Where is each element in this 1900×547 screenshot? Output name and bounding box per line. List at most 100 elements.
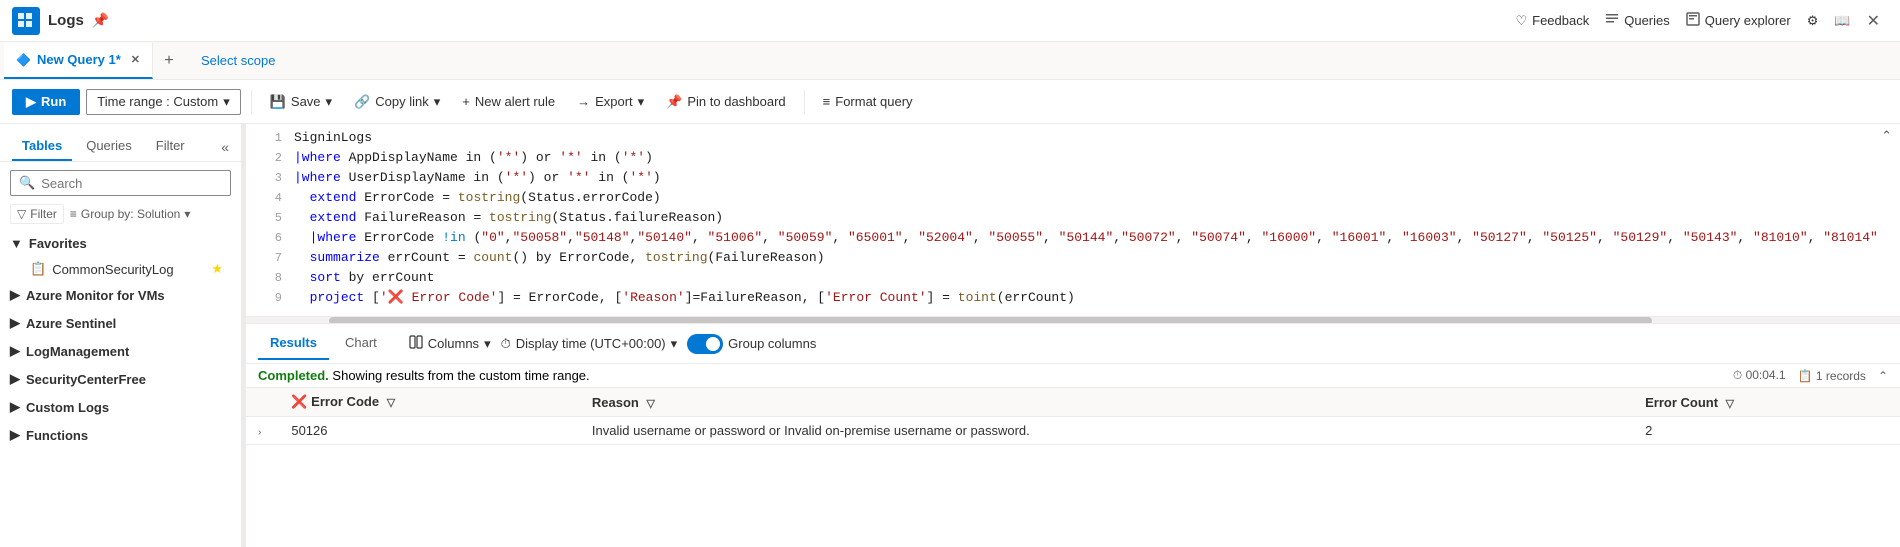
group-by-button[interactable]: ≡ Group by: Solution ▾	[70, 207, 190, 221]
sidebar-sections: ▼ Favorites 📋 CommonSecurityLog ★ ▶ Azur…	[0, 230, 241, 547]
line-number-7: 7	[258, 250, 282, 265]
log-management-header[interactable]: ▶ LogManagement	[10, 337, 231, 365]
sidebar-item-commonsecuritylog[interactable]: 📋 CommonSecurityLog ★	[10, 257, 231, 281]
format-query-button[interactable]: ≡ Format query	[815, 90, 921, 113]
new-tab-button[interactable]: +	[153, 45, 185, 77]
editor-scrollbar[interactable]	[246, 316, 1900, 324]
line-number-9: 9	[258, 290, 282, 305]
sidebar-tab-tables[interactable]: Tables	[12, 132, 72, 161]
section-azure-monitor-vms: ▶ Azure Monitor for VMs	[0, 281, 241, 309]
top-actions: ♡ Feedback Queries Query explore	[1515, 11, 1888, 31]
feedback-button[interactable]: ♡ Feedback	[1515, 13, 1589, 29]
error-count-filter-icon[interactable]: ▽	[1726, 398, 1734, 410]
display-time-chevron-icon: ▾	[671, 336, 678, 352]
section-log-management: ▶ LogManagement	[0, 337, 241, 365]
toggle-switch[interactable]	[687, 334, 723, 354]
copy-chevron-icon: ▾	[434, 94, 441, 110]
reason-filter-icon[interactable]: ▽	[647, 398, 655, 410]
docs-button[interactable]: 📖	[1834, 13, 1850, 29]
title-bar: Logs 📌 ♡ Feedback Queries	[0, 0, 1900, 42]
line-number-1: 1	[258, 130, 282, 145]
row-error-count: 2	[1633, 417, 1900, 445]
new-alert-button[interactable]: + New alert rule	[454, 90, 563, 113]
columns-icon	[409, 335, 423, 352]
azure-monitor-chevron-icon: ▶	[10, 287, 20, 303]
save-chevron-icon: ▾	[326, 94, 333, 110]
pin-dashboard-icon: 📌	[666, 94, 682, 110]
code-editor[interactable]: 1 SigninLogs 2 |where AppDisplayName in …	[246, 124, 1900, 324]
code-line-3: 3 |where UserDisplayName in ('*') or '*'…	[246, 170, 1900, 190]
favorites-header[interactable]: ▼ Favorites	[10, 230, 231, 257]
results-tab-chart[interactable]: Chart	[333, 327, 389, 360]
tab-new-query-1[interactable]: 🔷 New Query 1* ✕	[4, 43, 153, 79]
table-icon: 📋	[30, 261, 46, 277]
tab-close-icon[interactable]: ✕	[131, 53, 140, 66]
select-scope-button[interactable]: Select scope	[201, 53, 275, 68]
separator-1	[251, 90, 252, 114]
code-line-9: 9 project ['❌ Error Code'] = ErrorCode, …	[246, 290, 1900, 310]
line-content-2: |where AppDisplayName in ('*') or '*' in…	[294, 150, 653, 165]
line-content-9: project ['❌ Error Code'] = ErrorCode, ['…	[294, 290, 1075, 305]
code-line-8: 8 sort by errCount	[246, 270, 1900, 290]
custom-logs-header[interactable]: ▶ Custom Logs	[10, 393, 231, 421]
completed-label: Completed.	[258, 368, 329, 383]
alert-icon: +	[462, 94, 470, 109]
search-input[interactable]	[41, 176, 222, 191]
group-columns-toggle[interactable]: Group columns	[687, 334, 816, 354]
query-explorer-button[interactable]: Query explorer	[1686, 12, 1791, 29]
filter-button[interactable]: ▽ Filter	[10, 204, 64, 224]
expand-results-icon[interactable]: ⌃	[1878, 369, 1888, 383]
save-button[interactable]: 💾 Save ▾	[262, 90, 340, 114]
error-code-filter-icon[interactable]: ▽	[387, 397, 395, 409]
section-favorites: ▼ Favorites 📋 CommonSecurityLog ★	[0, 230, 241, 281]
line-content-5: extend FailureReason = tostring(Status.f…	[294, 210, 723, 225]
line-number-3: 3	[258, 170, 282, 185]
line-content-6: |where ErrorCode !in ("0","50058","50148…	[294, 230, 1878, 245]
collapse-editor-button[interactable]: ⌃	[1881, 128, 1892, 144]
columns-option[interactable]: Columns ▾	[409, 335, 491, 352]
toggle-thumb	[706, 337, 720, 351]
line-content-3: |where UserDisplayName in ('*') or '*' i…	[294, 170, 661, 185]
code-line-5: 5 extend FailureReason = tostring(Status…	[246, 210, 1900, 230]
columns-chevron-icon: ▾	[484, 336, 491, 352]
azure-monitor-vms-header[interactable]: ▶ Azure Monitor for VMs	[10, 281, 231, 309]
results-status-bar: Completed. Showing results from the cust…	[246, 364, 1900, 388]
query-explorer-icon	[1686, 12, 1700, 29]
line-number-2: 2	[258, 150, 282, 165]
sidebar-tab-queries[interactable]: Queries	[76, 132, 142, 161]
time-range-button[interactable]: Time range : Custom ▾	[86, 89, 240, 115]
security-center-header[interactable]: ▶ SecurityCenterFree	[10, 365, 231, 393]
sidebar-tab-filter[interactable]: Filter	[146, 132, 195, 161]
run-button[interactable]: ▶ Run	[12, 89, 80, 115]
results-tab-results[interactable]: Results	[258, 327, 329, 360]
search-icon: 🔍	[19, 175, 35, 191]
line-number-6: 6	[258, 230, 282, 245]
copy-link-button[interactable]: 🔗 Copy link ▾	[346, 90, 448, 114]
pin-icon[interactable]: 📌	[92, 12, 109, 29]
error-icon-header: ❌	[291, 394, 307, 409]
display-time-option[interactable]: ⏱ Display time (UTC+00:00) ▾	[501, 336, 678, 352]
custom-logs-chevron-icon: ▶	[10, 399, 20, 415]
functions-header[interactable]: ▶ Functions	[10, 421, 231, 449]
clock-icon: ⏱	[501, 336, 511, 352]
row-expand-cell[interactable]: ›	[246, 417, 279, 445]
pin-dashboard-button[interactable]: 📌 Pin to dashboard	[658, 90, 793, 114]
security-chevron-icon: ▶	[10, 371, 20, 387]
table-row: › 50126 Invalid username or password or …	[246, 417, 1900, 445]
sidebar-filter-row: ▽ Filter ≡ Group by: Solution ▾	[0, 204, 241, 230]
export-button[interactable]: → Export ▾	[569, 90, 652, 114]
queries-button[interactable]: Queries	[1605, 12, 1670, 29]
close-window-icon[interactable]: ✕	[1867, 11, 1880, 31]
sentinel-chevron-icon: ▶	[10, 315, 20, 331]
row-expand-icon[interactable]: ›	[258, 427, 261, 438]
azure-sentinel-header[interactable]: ▶ Azure Sentinel	[10, 309, 231, 337]
heart-icon: ♡	[1515, 13, 1527, 29]
settings-button[interactable]: ⚙	[1807, 13, 1819, 29]
functions-chevron-icon: ▶	[10, 427, 20, 443]
logmgmt-chevron-icon: ▶	[10, 343, 20, 359]
row-error-code: 50126	[279, 417, 580, 445]
line-content-7: summarize errCount = count() by ErrorCod…	[294, 250, 825, 265]
data-table: ❌ Error Code ▽ Reason ▽ Error Count ▽	[246, 388, 1900, 445]
clock-small-icon: ⏱	[1733, 368, 1742, 382]
collapse-sidebar-icon[interactable]: «	[221, 139, 229, 155]
